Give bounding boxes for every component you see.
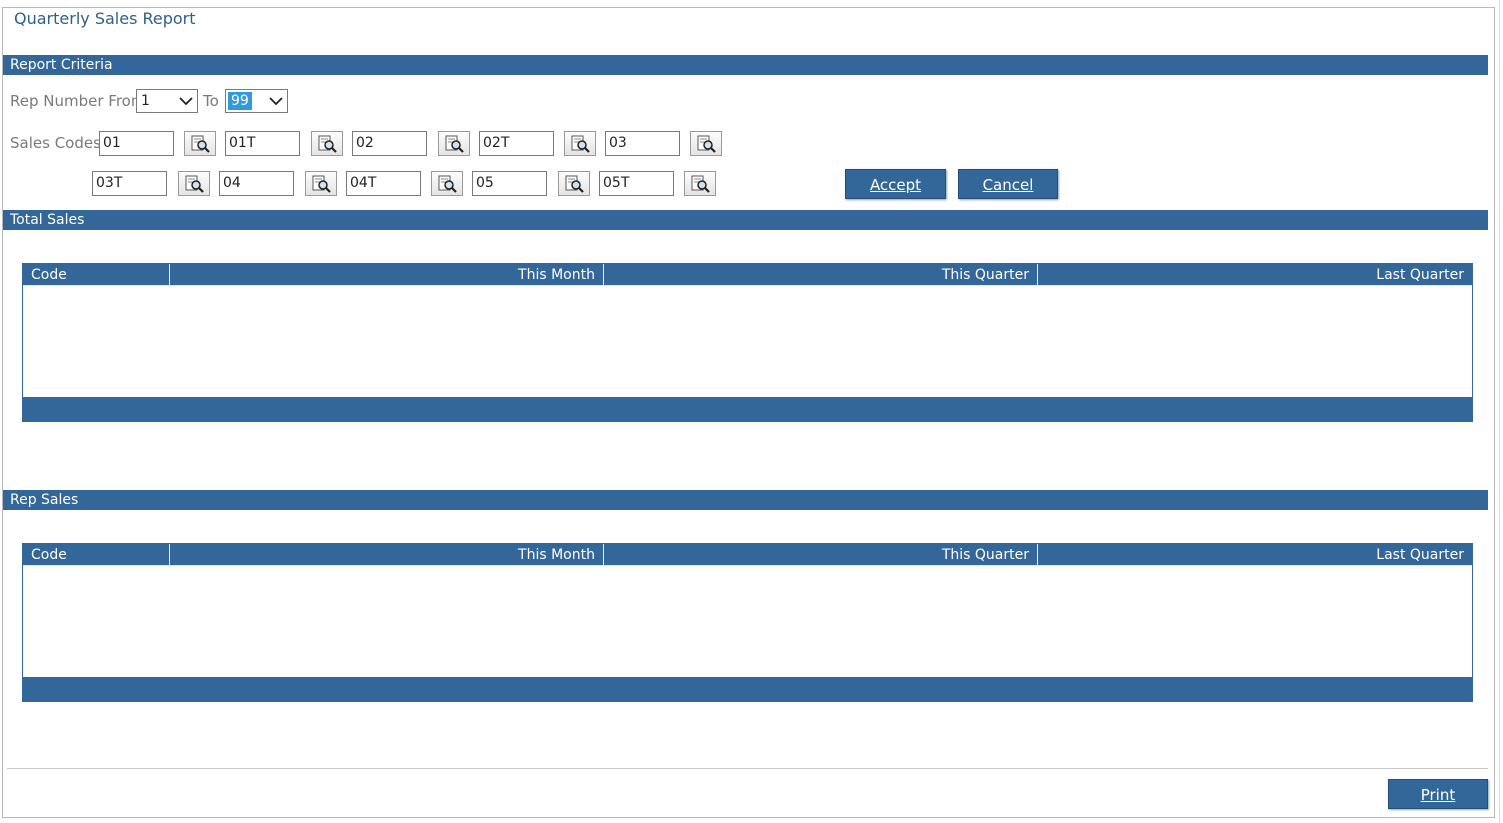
rep-from-select[interactable]: 1 — [136, 89, 198, 113]
sales-code-input-6[interactable]: 03T — [92, 171, 167, 196]
rep-to-value: 99 — [228, 92, 252, 110]
sales-code-lookup-button-4[interactable] — [564, 131, 596, 156]
grid-footer — [23, 397, 1472, 421]
magnifier-document-icon — [185, 175, 204, 193]
sales-code-input-9[interactable]: 05 — [472, 171, 547, 196]
sales-code-lookup-button-2[interactable] — [311, 131, 343, 156]
column-header-last-quarter[interactable]: Last Quarter — [1038, 544, 1472, 565]
total-sales-grid: Code This Month This Quarter Last Quarte… — [22, 263, 1473, 422]
rep-to-label: To — [203, 92, 219, 110]
rep-sales-header: Rep Sales — [3, 490, 1488, 510]
sales-codes-label: Sales Codes — [10, 134, 101, 152]
rep-from-label: Rep Number From — [10, 92, 146, 110]
magnifier-document-icon — [691, 175, 710, 193]
sales-code-input-5[interactable]: 03 — [605, 131, 680, 156]
accept-button[interactable]: Accept — [845, 169, 946, 199]
column-header-this-month[interactable]: This Month — [170, 544, 604, 565]
grid-header-row: Code This Month This Quarter Last Quarte… — [23, 544, 1472, 566]
magnifier-document-icon — [697, 135, 716, 153]
grid-body[interactable] — [23, 566, 1472, 677]
column-header-code[interactable]: Code — [23, 264, 170, 285]
column-header-this-month[interactable]: This Month — [170, 264, 604, 285]
magnifier-document-icon — [438, 175, 457, 193]
grid-body[interactable] — [23, 286, 1472, 397]
rep-to-select[interactable]: 99 — [225, 89, 288, 113]
column-header-this-quarter[interactable]: This Quarter — [604, 544, 1038, 565]
sales-code-input-4[interactable]: 02T — [479, 131, 554, 156]
chevron-down-icon — [269, 97, 283, 106]
sales-code-lookup-button-5[interactable] — [690, 131, 722, 156]
report-criteria-header: Report Criteria — [3, 55, 1488, 75]
cancel-button[interactable]: Cancel — [958, 169, 1058, 199]
page-title: Quarterly Sales Report — [14, 9, 196, 28]
sales-code-lookup-button-7[interactable] — [305, 171, 337, 196]
magnifier-document-icon — [565, 175, 584, 193]
sales-code-lookup-button-9[interactable] — [558, 171, 590, 196]
cancel-label: Cancel — [982, 176, 1034, 194]
sales-code-input-1[interactable]: 01 — [99, 131, 174, 156]
footer-divider — [7, 768, 1488, 769]
print-label: Print — [1420, 786, 1456, 804]
sales-code-input-7[interactable]: 04 — [219, 171, 294, 196]
sales-code-input-2[interactable]: 01T — [225, 131, 300, 156]
sales-code-lookup-button-6[interactable] — [178, 171, 210, 196]
magnifier-document-icon — [445, 135, 464, 153]
grid-header-row: Code This Month This Quarter Last Quarte… — [23, 264, 1472, 286]
sales-code-input-8[interactable]: 04T — [346, 171, 421, 196]
sales-code-lookup-button-3[interactable] — [438, 131, 470, 156]
total-sales-header: Total Sales — [3, 210, 1488, 230]
accept-label: Accept — [869, 176, 922, 194]
sales-code-lookup-button-8[interactable] — [431, 171, 463, 196]
magnifier-document-icon — [318, 135, 337, 153]
column-header-this-quarter[interactable]: This Quarter — [604, 264, 1038, 285]
sales-code-lookup-button-1[interactable] — [184, 131, 216, 156]
column-header-code[interactable]: Code — [23, 544, 170, 565]
sales-code-input-10[interactable]: 05T — [599, 171, 674, 196]
print-button[interactable]: Print — [1388, 779, 1488, 809]
chevron-down-icon — [179, 97, 193, 106]
rep-from-value: 1 — [141, 93, 150, 109]
column-header-last-quarter[interactable]: Last Quarter — [1038, 264, 1472, 285]
magnifier-document-icon — [571, 135, 590, 153]
window-edge — [1499, 0, 1503, 823]
grid-footer — [23, 677, 1472, 701]
magnifier-document-icon — [312, 175, 331, 193]
rep-sales-grid: Code This Month This Quarter Last Quarte… — [22, 543, 1473, 702]
magnifier-document-icon — [191, 135, 210, 153]
sales-code-lookup-button-10[interactable] — [684, 171, 716, 196]
sales-code-input-3[interactable]: 02 — [352, 131, 427, 156]
